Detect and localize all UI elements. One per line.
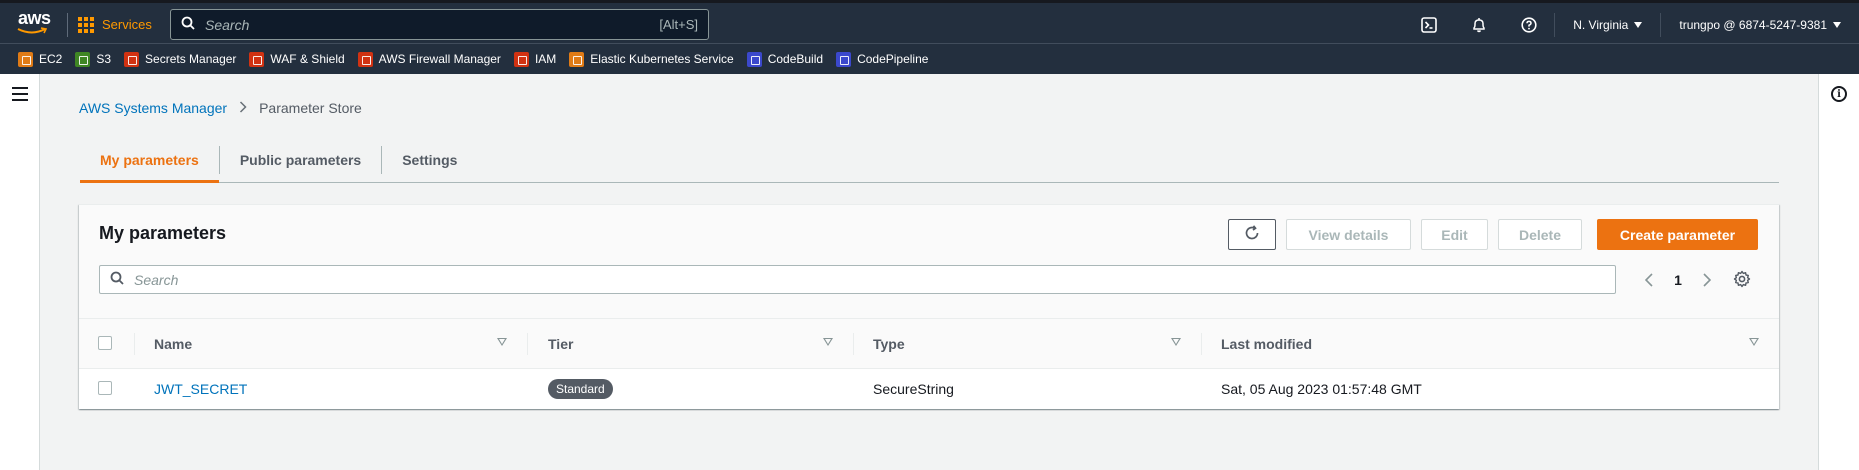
favorite-codepipeline[interactable]: CodePipeline: [836, 51, 929, 67]
tab-public-parameters[interactable]: Public parameters: [220, 138, 381, 182]
favorites-bar: EC2 S3 Secrets Manager WAF & Shield AWS …: [0, 43, 1859, 74]
favorite-s3[interactable]: S3: [75, 51, 112, 67]
breadcrumb-systems-manager[interactable]: AWS Systems Manager: [79, 100, 227, 116]
search-icon: [181, 16, 195, 33]
edit-button[interactable]: Edit: [1421, 219, 1488, 250]
column-header-name[interactable]: Name: [154, 319, 192, 369]
table-header-row: Name Tier Type Last modified: [79, 319, 1779, 369]
parameter-name-link[interactable]: JWT_SECRET: [154, 369, 247, 409]
favorite-secrets-manager[interactable]: Secrets Manager: [124, 51, 237, 67]
caret-down-icon: [1634, 21, 1643, 28]
column-header-last-modified[interactable]: Last modified: [1221, 319, 1312, 369]
aws-logo[interactable]: aws: [15, 9, 53, 40]
current-page[interactable]: 1: [1661, 272, 1695, 288]
column-divider: [134, 333, 135, 355]
parameters-table-container: My parameters View details Edit Delete C…: [79, 204, 1779, 409]
services-label: Services: [102, 17, 152, 32]
favorite-label: AWS Firewall Manager: [378, 52, 501, 66]
column-header-type[interactable]: Type: [873, 319, 905, 369]
favorite-label: CodePipeline: [857, 52, 929, 66]
services-menu-button[interactable]: Services: [78, 16, 152, 33]
favorite-ec2[interactable]: EC2: [18, 51, 63, 67]
last-modified-cell: Sat, 05 Aug 2023 01:57:48 GMT: [1221, 381, 1422, 397]
sort-icon[interactable]: [497, 338, 507, 346]
delete-button[interactable]: Delete: [1498, 219, 1582, 250]
table-header-area: My parameters View details Edit Delete C…: [79, 205, 1779, 319]
help-panel-rail: i: [1818, 74, 1859, 470]
favorite-codebuild[interactable]: CodeBuild: [746, 51, 824, 67]
codepipeline-icon: [836, 51, 852, 67]
search-placeholder: Search: [205, 16, 250, 33]
caret-down-icon: [1833, 21, 1841, 28]
breadcrumb-parameter-store: Parameter Store: [259, 100, 362, 116]
tab-bar: My parameters Public parameters Settings: [80, 138, 1779, 183]
tier-badge: Standard: [548, 379, 613, 399]
tab-settings[interactable]: Settings: [382, 138, 477, 182]
help-icon[interactable]: [1504, 3, 1554, 46]
favorite-eks[interactable]: Elastic Kubernetes Service: [569, 51, 734, 67]
eks-icon: [569, 51, 585, 67]
search-icon: [110, 271, 124, 288]
ec2-icon: [18, 51, 33, 67]
global-search-input[interactable]: Search [Alt+S]: [170, 9, 709, 40]
favorite-label: CodeBuild: [767, 52, 824, 66]
tab-my-parameters[interactable]: My parameters: [80, 138, 219, 183]
waf-shield-icon: [249, 51, 265, 67]
favorite-waf-shield[interactable]: WAF & Shield: [249, 51, 345, 67]
breadcrumb: AWS Systems Manager Parameter Store: [79, 100, 362, 116]
top-right-controls: N. Virginia trungpo @ 6874-5247-9381: [1404, 3, 1859, 46]
next-page-icon[interactable]: [1695, 268, 1719, 292]
region-label: N. Virginia: [1573, 17, 1629, 32]
row-checkbox[interactable]: [98, 381, 112, 395]
services-grid-icon: [78, 16, 94, 33]
pagination: 1: [1637, 265, 1719, 294]
sort-icon[interactable]: [1171, 338, 1181, 346]
favorite-label: Secrets Manager: [145, 52, 237, 66]
favorite-firewall-manager[interactable]: AWS Firewall Manager: [357, 51, 501, 67]
region-selector[interactable]: N. Virginia: [1555, 18, 1660, 32]
type-cell: SecureString: [873, 381, 954, 397]
account-menu[interactable]: trungpo @ 6874-5247-9381: [1661, 18, 1859, 32]
column-divider: [527, 333, 528, 355]
refresh-button[interactable]: [1228, 219, 1276, 250]
tier-cell: Standard: [548, 369, 613, 409]
account-label: trungpo @ 6874-5247-9381: [1679, 17, 1827, 32]
column-divider: [1201, 333, 1202, 355]
table-row[interactable]: JWT_SECRET Standard SecureString Sat, 05…: [79, 369, 1779, 409]
top-navigation: aws Services Search [Alt+S] N. Virginia: [0, 0, 1859, 46]
favorite-label: IAM: [534, 52, 557, 66]
cloudshell-icon[interactable]: [1404, 3, 1454, 46]
side-navigation-rail: [0, 74, 40, 470]
sort-icon[interactable]: [1749, 338, 1759, 346]
search-shortcut-hint: [Alt+S]: [659, 17, 698, 32]
favorite-iam[interactable]: IAM: [513, 51, 557, 67]
favorite-label: S3: [96, 52, 112, 66]
chevron-right-icon: [239, 100, 247, 116]
menu-icon[interactable]: [12, 87, 28, 105]
column-divider: [853, 333, 854, 355]
view-details-button[interactable]: View details: [1286, 219, 1411, 250]
codebuild-icon: [746, 51, 762, 67]
select-all-checkbox[interactable]: [98, 336, 112, 350]
info-icon[interactable]: i: [1831, 86, 1847, 102]
favorite-label: Elastic Kubernetes Service: [590, 52, 734, 66]
nav-divider: [67, 12, 68, 37]
column-header-tier[interactable]: Tier: [548, 319, 573, 369]
create-parameter-button[interactable]: Create parameter: [1597, 219, 1758, 250]
favorite-label: EC2: [39, 52, 63, 66]
filter-search-input[interactable]: Search: [99, 265, 1616, 294]
firewall-manager-icon: [357, 51, 373, 67]
previous-page-icon[interactable]: [1637, 268, 1661, 292]
gear-icon[interactable]: [1732, 269, 1752, 289]
secrets-manager-icon: [124, 51, 140, 67]
table-title: My parameters: [99, 223, 227, 243]
sort-icon[interactable]: [823, 338, 833, 346]
s3-icon: [75, 51, 91, 67]
bell-icon[interactable]: [1454, 3, 1504, 46]
refresh-icon: [1244, 225, 1260, 244]
favorite-label: WAF & Shield: [270, 52, 345, 66]
iam-icon: [513, 51, 529, 67]
filter-placeholder: Search: [134, 271, 179, 288]
